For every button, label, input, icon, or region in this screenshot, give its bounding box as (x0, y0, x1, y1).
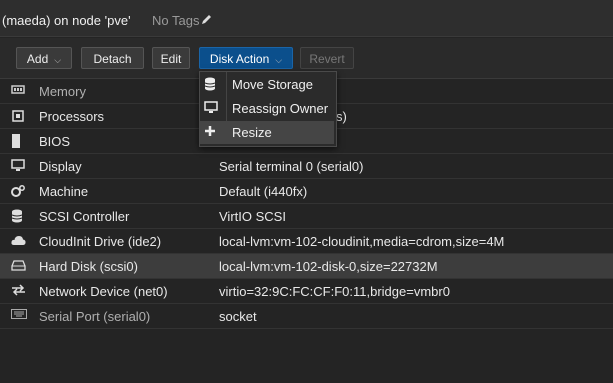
menu-item-reassign-owner[interactable]: Reassign Owner (200, 97, 334, 120)
chevron-down-icon: ⌵ (275, 55, 282, 65)
disk-action-button[interactable]: Disk Action ⌵ (199, 47, 293, 69)
row-label: BIOS (39, 134, 70, 149)
title-bar: (maeda) on node 'pve' No Tags (0, 0, 613, 37)
row-value: local-lvm:vm-102-cloudinit,media=cdrom,s… (219, 234, 504, 249)
add-button-label: Add (27, 52, 48, 66)
table-row[interactable]: Machine Default (i440fx) (0, 179, 613, 204)
table-row[interactable]: Network Device (net0) virtio=32:9C:FC:CF… (0, 279, 613, 304)
row-label: Hard Disk (scsi0) (39, 259, 138, 274)
table-row[interactable]: CloudInit Drive (ide2) local-lvm:vm-102-… (0, 229, 613, 254)
page-title: (maeda) on node 'pve' (2, 13, 131, 28)
monitor-icon (204, 101, 220, 114)
table-row[interactable]: Serial Port (serial0) socket (0, 304, 613, 329)
row-value: virtio=32:9C:FC:CF:F0:11,bridge=vmbr0 (219, 284, 450, 299)
plus-icon (204, 125, 220, 137)
table-row[interactable]: Hard Disk (scsi0) local-lvm:vm-102-disk-… (0, 254, 613, 279)
row-value: Serial terminal 0 (serial0) (219, 159, 364, 174)
revert-button-label: Revert (309, 52, 344, 66)
table-row[interactable]: SCSI Controller VirtIO SCSI (0, 204, 613, 229)
cloud-icon (11, 234, 27, 248)
edit-button-label: Edit (161, 52, 182, 66)
detach-button-label: Detach (93, 52, 131, 66)
pencil-icon[interactable] (200, 13, 213, 26)
cogs-icon (11, 184, 27, 198)
row-label: SCSI Controller (39, 209, 129, 224)
menu-item-label: Resize (232, 125, 272, 140)
menu-item-label: Reassign Owner (232, 101, 328, 116)
chip-icon (11, 134, 27, 148)
database-icon (11, 209, 27, 223)
edit-button[interactable]: Edit (152, 47, 190, 69)
row-label: Display (39, 159, 82, 174)
monitor-icon (11, 159, 27, 173)
row-value: local-lvm:vm-102-disk-0,size=22732M (219, 259, 438, 274)
chevron-down-icon: ⌵ (54, 55, 61, 65)
row-label: CloudInit Drive (ide2) (39, 234, 161, 249)
detach-button[interactable]: Detach (81, 47, 144, 69)
hdd-icon (11, 259, 27, 273)
menu-item-resize[interactable]: Resize (200, 121, 334, 144)
row-value: socket (219, 309, 257, 324)
exchange-icon (11, 284, 27, 298)
row-value: s) (336, 109, 347, 124)
memory-icon (11, 84, 27, 98)
database-icon (204, 77, 220, 91)
keyboard-icon (11, 309, 27, 323)
menu-item-move-storage[interactable]: Move Storage (200, 73, 334, 96)
disk-action-label: Disk Action (210, 52, 269, 66)
add-button[interactable]: Add ⌵ (16, 47, 72, 69)
menu-item-label: Move Storage (232, 77, 313, 92)
row-label: Processors (39, 109, 104, 124)
row-value: Default (i440fx) (219, 184, 307, 199)
row-label: Serial Port (serial0) (39, 309, 150, 324)
disk-action-menu: Move Storage Reassign Owner Resize (199, 71, 337, 147)
row-label: Memory (39, 84, 86, 99)
cpu-icon (11, 109, 27, 123)
row-label: Machine (39, 184, 88, 199)
row-label: Network Device (net0) (39, 284, 168, 299)
row-value: VirtIO SCSI (219, 209, 286, 224)
table-row[interactable]: Display Serial terminal 0 (serial0) (0, 154, 613, 179)
tags-label: No Tags (152, 13, 199, 28)
revert-button[interactable]: Revert (300, 47, 354, 69)
